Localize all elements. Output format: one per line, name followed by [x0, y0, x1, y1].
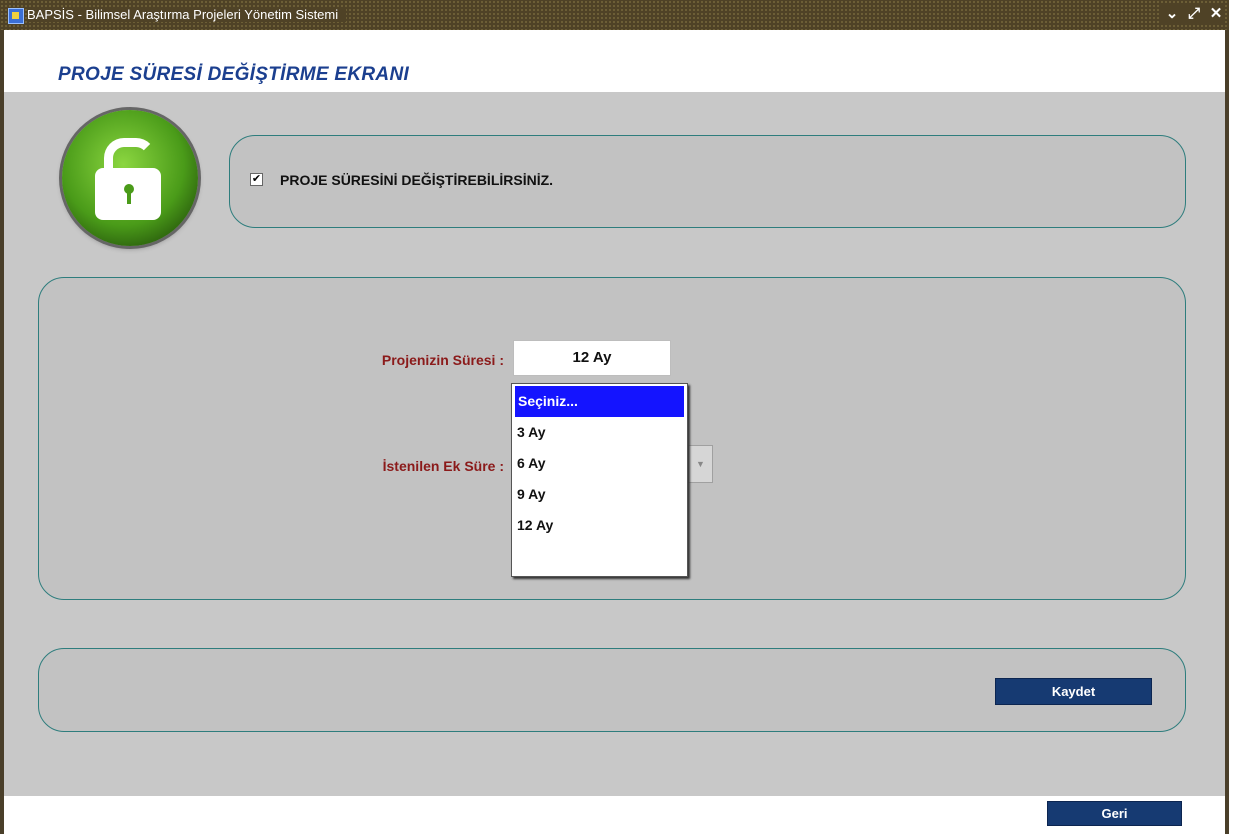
extension-select-arrow[interactable]: ▼: [688, 445, 713, 483]
app-icon: [8, 8, 24, 24]
dropdown-option[interactable]: Seçiniz...: [515, 386, 684, 417]
extension-label: İstenilen Ek Süre :: [382, 458, 504, 474]
edit-permission-checkbox[interactable]: ✔: [250, 173, 263, 186]
window-title: BAPSİS - Bilimsel Araştırma Projeleri Yö…: [27, 7, 347, 22]
dropdown-option[interactable]: 9 Ay: [512, 479, 687, 510]
dropdown-option[interactable]: 12 Ay: [512, 510, 687, 541]
close-icon[interactable]: ✕: [1209, 5, 1223, 23]
extension-dropdown[interactable]: Seçiniz... 3 Ay 6 Ay 9 Ay 12 Ay: [511, 383, 688, 577]
project-duration-label: Projenizin Süresi :: [381, 352, 504, 368]
edit-permission-label: PROJE SÜRESİNİ DEĞİŞTİREBİLİRSİNİZ.: [280, 172, 554, 188]
back-button[interactable]: Geri: [1047, 801, 1182, 826]
footer-bar: [4, 796, 1225, 834]
project-duration-value: 12 Ay: [513, 340, 671, 376]
page-title: PROJE SÜRESİ DEĞİŞTİRME EKRANI: [58, 64, 410, 85]
minimize-icon[interactable]: ⌄: [1165, 5, 1179, 23]
unlocked-padlock-icon: [62, 110, 198, 246]
save-button[interactable]: Kaydet: [995, 678, 1152, 705]
dropdown-option[interactable]: 3 Ay: [512, 417, 687, 448]
restore-icon[interactable]: ⤢: [1187, 5, 1201, 23]
dropdown-option[interactable]: 6 Ay: [512, 448, 687, 479]
title-bar[interactable]: BAPSİS - Bilimsel Araştırma Projeleri Yö…: [0, 0, 1229, 30]
